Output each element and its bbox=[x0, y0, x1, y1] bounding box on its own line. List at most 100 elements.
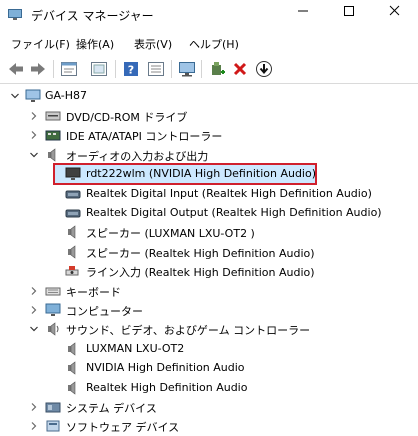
update-driver-icon bbox=[256, 61, 272, 77]
minimize-icon bbox=[298, 10, 308, 12]
tree-item-label: キーボード bbox=[66, 285, 121, 299]
speaker-icon bbox=[68, 342, 76, 356]
tree-device[interactable]: Realtek Digital Input (Realtek High Defi… bbox=[0, 184, 418, 204]
software-device-icon bbox=[46, 420, 60, 432]
properties-icon bbox=[61, 62, 77, 76]
tree-item-label: オーディオの入力および出力 bbox=[66, 149, 209, 163]
collapse-arrow-icon[interactable] bbox=[30, 131, 38, 140]
tree-item-label: コンピューター bbox=[66, 305, 143, 318]
window-title: デバイス マネージャー bbox=[31, 9, 154, 23]
tree-item-label: スピーカー (Realtek High Definition Audio) bbox=[86, 246, 315, 260]
toolbar-separator bbox=[171, 60, 172, 78]
uninstall-x-icon bbox=[233, 62, 247, 76]
monitor-icon bbox=[65, 167, 81, 181]
toolbar-separator bbox=[115, 60, 116, 78]
collapse-arrow-icon[interactable] bbox=[30, 286, 38, 295]
collapse-arrow-icon[interactable] bbox=[30, 403, 38, 411]
forward-button[interactable] bbox=[28, 59, 48, 79]
toolbar: ? bbox=[0, 53, 418, 83]
expand-arrow-icon[interactable] bbox=[30, 325, 38, 333]
menu-action[interactable]: 操作(A) bbox=[76, 36, 114, 52]
toolbar-separator bbox=[201, 60, 202, 78]
tree-item-label: DVD/CD-ROM ドライブ bbox=[66, 111, 188, 124]
dvd-drive-icon bbox=[45, 111, 61, 121]
tree-category[interactable]: IDE ATA/ATAPI コントローラー bbox=[0, 125, 418, 145]
collapse-arrow-icon[interactable] bbox=[30, 306, 38, 314]
device-manager-icon bbox=[8, 9, 22, 20]
scan-hardware-button[interactable] bbox=[177, 59, 197, 79]
title-bar: デバイス マネージャー bbox=[0, 0, 418, 29]
scan-monitor-icon bbox=[179, 62, 195, 77]
svg-text:?: ? bbox=[128, 64, 134, 77]
sound-video-icon bbox=[48, 322, 59, 336]
tree-item-label: LUXMAN LXU-OT2 bbox=[86, 341, 185, 355]
tree-category[interactable]: コンピューター bbox=[0, 300, 418, 320]
ide-controller-icon bbox=[45, 130, 61, 141]
keyboard-icon bbox=[45, 287, 61, 296]
minimize-button[interactable] bbox=[280, 0, 326, 22]
tree-item-label: IDE ATA/ATAPI コントローラー bbox=[66, 130, 223, 144]
window-controls bbox=[280, 0, 418, 22]
tree-category[interactable]: DVD/CD-ROM ドライブ bbox=[0, 106, 418, 126]
uninstall-button[interactable] bbox=[230, 59, 250, 79]
tree-device[interactable]: スピーカー (Realtek High Definition Audio) bbox=[0, 242, 418, 262]
collapse-arrow-icon[interactable] bbox=[30, 112, 38, 120]
tree-item-label: ソフトウェア デバイス bbox=[66, 421, 180, 435]
tree-device[interactable]: rdt222wlm (NVIDIA High Definition Audio) bbox=[0, 164, 418, 184]
tree-item-label: Realtek High Definition Audio bbox=[86, 380, 248, 394]
computer-icon bbox=[45, 303, 61, 316]
tree-device[interactable]: Realtek High Definition Audio bbox=[0, 378, 418, 398]
tree-item-label: rdt222wlm (NVIDIA High Definition Audio) bbox=[86, 167, 317, 181]
back-arrow-icon bbox=[9, 63, 23, 75]
tree-item-label: NVIDIA High Definition Audio bbox=[86, 361, 245, 375]
tree-category[interactable]: サウンド、ビデオ、およびゲーム コントローラー bbox=[0, 319, 418, 339]
help-icon: ? bbox=[124, 62, 138, 77]
tree-item-label: サウンド、ビデオ、およびゲーム コントローラー bbox=[66, 324, 311, 338]
expand-arrow-icon[interactable] bbox=[11, 92, 19, 100]
tree-item-label: システム デバイス bbox=[66, 402, 157, 415]
tree-item-label: ライン入力 (Realtek High Definition Audio) bbox=[86, 266, 315, 280]
speaker-icon bbox=[68, 361, 76, 375]
tree-item-label: Realtek Digital Input (Realtek High Defi… bbox=[86, 186, 372, 200]
tree-device-selected[interactable]: ライン入力 (Realtek High Definition Audio) bbox=[0, 261, 418, 281]
tree-category[interactable]: システム デバイス bbox=[0, 397, 418, 417]
menu-bar: ファイル(F) 操作(A) 表示(V) ヘルプ(H) bbox=[0, 30, 418, 52]
menu-file[interactable]: ファイル(F) bbox=[11, 36, 70, 52]
expand-arrow-icon[interactable] bbox=[30, 151, 38, 159]
properties-button[interactable] bbox=[59, 59, 79, 79]
toolbar-separator bbox=[53, 60, 54, 78]
collapse-arrow-icon[interactable] bbox=[30, 422, 38, 431]
menu-help[interactable]: ヘルプ(H) bbox=[189, 36, 239, 52]
add-driver-icon bbox=[212, 62, 225, 75]
close-icon bbox=[389, 5, 400, 16]
maximize-button[interactable] bbox=[326, 0, 372, 22]
speaker-icon bbox=[68, 225, 76, 239]
tree-device[interactable]: Realtek Digital Output (Realtek High Def… bbox=[0, 203, 418, 223]
tree-root[interactable]: GA-H87 bbox=[0, 86, 418, 106]
digital-audio-icon bbox=[65, 190, 81, 199]
close-button[interactable] bbox=[372, 0, 418, 22]
add-driver-button[interactable] bbox=[207, 59, 227, 79]
speaker-icon bbox=[68, 245, 76, 259]
action-list-button[interactable] bbox=[146, 59, 166, 79]
line-in-icon bbox=[65, 266, 79, 276]
tree-category[interactable]: オーディオの入力および出力 bbox=[0, 145, 418, 165]
back-button[interactable] bbox=[6, 59, 26, 79]
tree-category[interactable]: キーボード bbox=[0, 281, 418, 301]
show-hidden-button[interactable] bbox=[89, 59, 109, 79]
digital-audio-icon bbox=[65, 209, 81, 218]
computer-root-icon bbox=[25, 89, 41, 102]
forward-arrow-icon bbox=[31, 63, 45, 75]
maximize-icon bbox=[344, 6, 354, 16]
help-button[interactable]: ? bbox=[121, 59, 141, 79]
tree-item-label: Realtek Digital Output (Realtek High Def… bbox=[86, 206, 382, 219]
tree-device[interactable]: LUXMAN LXU-OT2 bbox=[0, 339, 418, 359]
tree-device[interactable]: スピーカー (LUXMAN LXU-OT2 ) bbox=[0, 222, 418, 242]
action-list-icon bbox=[148, 62, 164, 76]
update-driver-button[interactable] bbox=[254, 59, 274, 79]
tree-category[interactable]: ソフトウェア デバイス bbox=[0, 416, 418, 436]
tree-item-label: スピーカー (LUXMAN LXU-OT2 ) bbox=[86, 227, 255, 241]
tree-device[interactable]: NVIDIA High Definition Audio bbox=[0, 358, 418, 378]
menu-view[interactable]: 表示(V) bbox=[134, 36, 172, 52]
speaker-icon bbox=[48, 148, 56, 162]
